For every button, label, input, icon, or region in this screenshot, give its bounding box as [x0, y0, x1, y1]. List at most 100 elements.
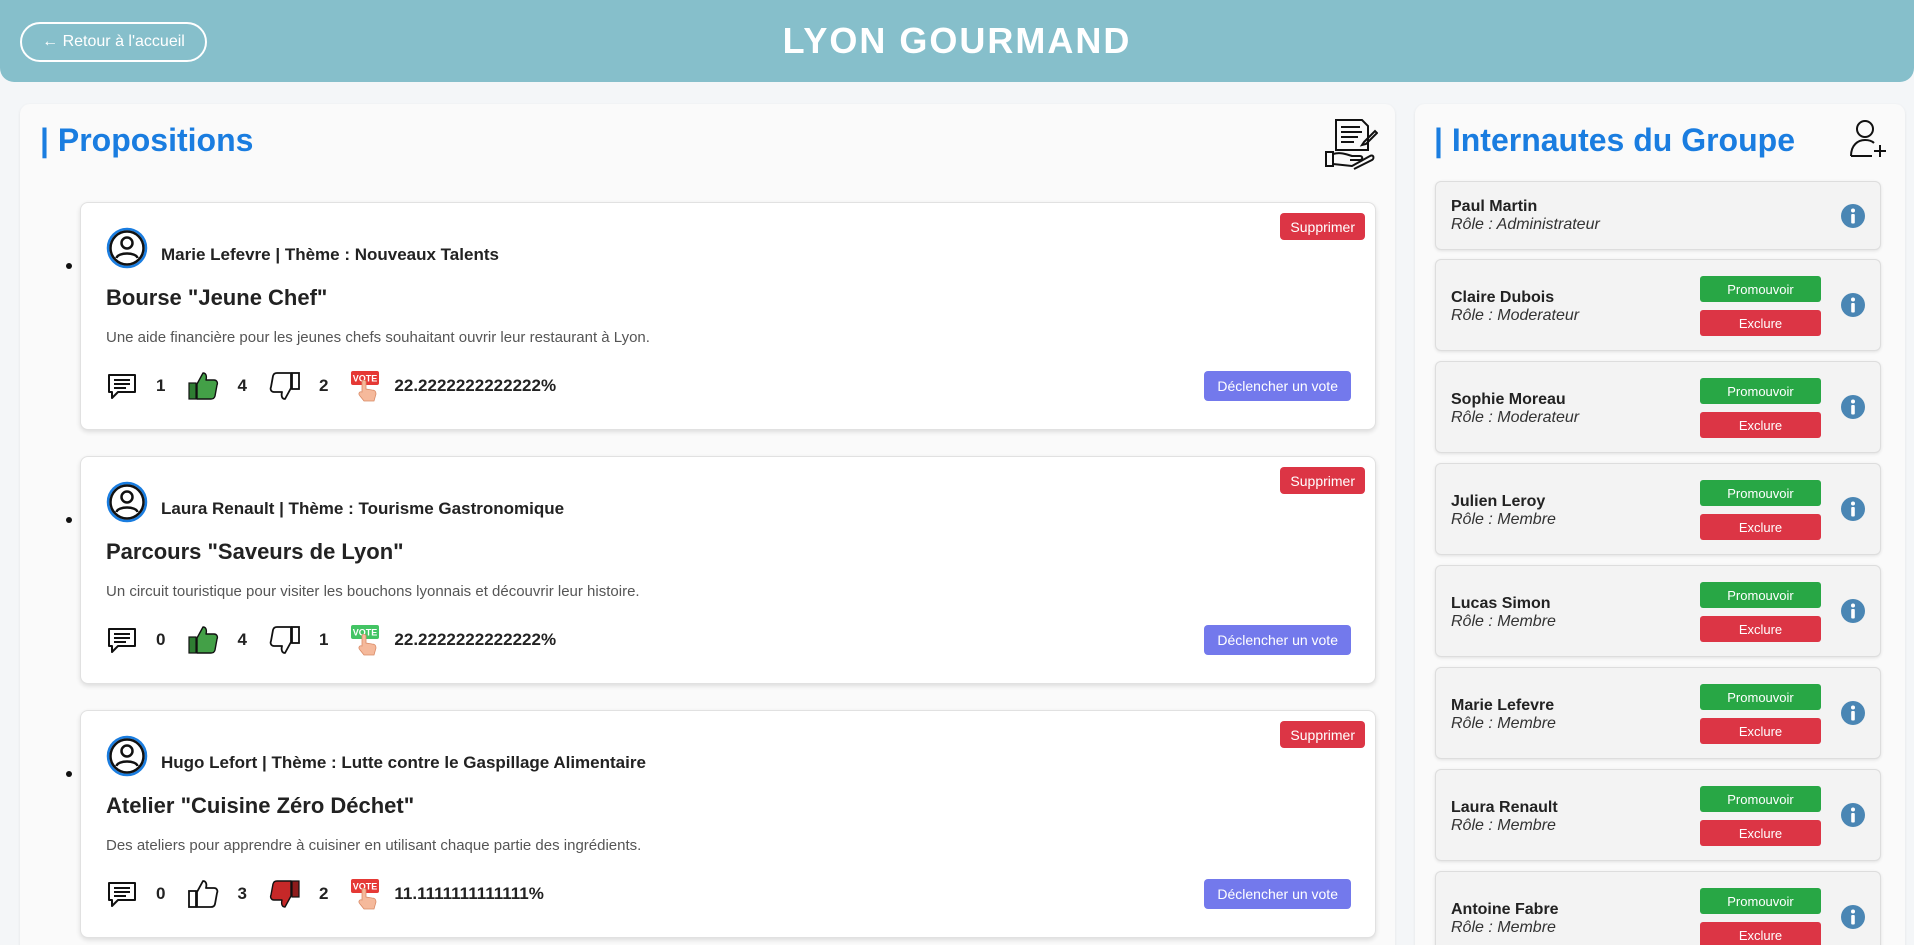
member-name: Paul Martin — [1451, 198, 1538, 215]
proposition-title: Atelier "Cuisine Zéro Déchet" — [106, 793, 415, 818]
vote-percentage: 22.2222222222222% — [394, 630, 557, 649]
vote-percentage: 22.2222222222222% — [394, 376, 557, 395]
dislike-count: 2 — [318, 884, 329, 903]
member-role: Rôle : Moderateur — [1451, 307, 1580, 324]
info-icon[interactable] — [1840, 598, 1866, 624]
vote-icon[interactable] — [350, 624, 382, 656]
member-card: Julien Leroy Rôle : Membre Promouvoir Ex… — [1435, 463, 1881, 555]
trigger-vote-button[interactable]: Déclencher un vote — [1204, 879, 1351, 909]
exclude-button[interactable]: Exclure — [1700, 922, 1821, 945]
author-theme: Marie Lefevre | Thème : Nouveaux Talents — [161, 245, 499, 264]
list-bullet — [66, 517, 72, 523]
top-header: ← Retour à l'accueil LYON GOURMAND — [0, 0, 1914, 82]
info-icon[interactable] — [1840, 394, 1866, 420]
thumbs-up-icon[interactable] — [187, 878, 219, 910]
vote-icon[interactable] — [350, 370, 382, 402]
member-role: Rôle : Membre — [1451, 511, 1556, 528]
proposition-card: Supprimer Hugo Lefort | Thème : Lutte co… — [80, 710, 1376, 938]
member-role: Rôle : Moderateur — [1451, 409, 1580, 426]
proposal-document-icon[interactable] — [1324, 116, 1378, 170]
member-card: Lucas Simon Rôle : Membre Promouvoir Exc… — [1435, 565, 1881, 657]
dislike-count: 1 — [318, 630, 329, 649]
exclude-button[interactable]: Exclure — [1700, 412, 1821, 438]
promote-button[interactable]: Promouvoir — [1700, 582, 1821, 608]
propositions-title: | Propositions — [40, 122, 254, 158]
member-card: Marie Lefevre Rôle : Membre Promouvoir E… — [1435, 667, 1881, 759]
exclude-button[interactable]: Exclure — [1700, 310, 1821, 336]
thumbs-up-icon[interactable] — [187, 624, 219, 656]
dislike-count: 2 — [318, 376, 329, 395]
info-icon[interactable] — [1840, 203, 1866, 229]
member-role: Rôle : Administrateur — [1451, 216, 1600, 233]
delete-button[interactable]: Supprimer — [1280, 721, 1365, 748]
proposition-card: Supprimer Laura Renault | Thème : Touris… — [80, 456, 1376, 684]
comment-count: 1 — [156, 376, 166, 395]
like-count: 3 — [237, 884, 247, 903]
exclude-button[interactable]: Exclure — [1700, 820, 1821, 846]
author-theme: Laura Renault | Thème : Tourisme Gastron… — [161, 499, 565, 518]
proposition-stats: 1 4 2 22.2222222222222% — [106, 368, 556, 404]
like-count: 4 — [237, 630, 247, 649]
member-role: Rôle : Membre — [1451, 613, 1556, 630]
member-card: Sophie Moreau Rôle : Moderateur Promouvo… — [1435, 361, 1881, 453]
member-card: Laura Renault Rôle : Membre Promouvoir E… — [1435, 769, 1881, 861]
proposition-stats: 0 3 2 11.1111111111111% — [106, 876, 544, 912]
promote-button[interactable]: Promouvoir — [1700, 786, 1821, 812]
member-card: Claire Dubois Rôle : Moderateur Promouvo… — [1435, 259, 1881, 351]
members-title: | Internautes du Groupe — [1434, 122, 1795, 158]
member-name: Sophie Moreau — [1451, 391, 1566, 408]
info-icon[interactable] — [1840, 700, 1866, 726]
promote-button[interactable]: Promouvoir — [1700, 480, 1821, 506]
thumbs-down-icon[interactable] — [269, 878, 301, 910]
proposition-card: Supprimer Marie Lefevre | Thème : Nouvea… — [80, 202, 1376, 430]
user-avatar-icon — [106, 481, 148, 523]
comment-icon[interactable] — [106, 624, 138, 656]
member-name: Julien Leroy — [1451, 493, 1546, 510]
comment-count: 0 — [156, 630, 166, 649]
trigger-vote-button[interactable]: Déclencher un vote — [1204, 625, 1351, 655]
member-role: Rôle : Membre — [1451, 919, 1556, 936]
info-icon[interactable] — [1840, 802, 1866, 828]
exclude-button[interactable]: Exclure — [1700, 514, 1821, 540]
proposition-description: Une aide financière pour les jeunes chef… — [106, 329, 650, 346]
info-icon[interactable] — [1840, 292, 1866, 318]
member-name: Marie Lefevre — [1451, 697, 1555, 714]
vote-percentage: 11.1111111111111% — [394, 884, 544, 903]
promote-button[interactable]: Promouvoir — [1700, 888, 1821, 914]
member-name: Antoine Fabre — [1451, 901, 1559, 918]
info-icon[interactable] — [1840, 496, 1866, 522]
author-theme: Hugo Lefort | Thème : Lutte contre le Ga… — [161, 753, 646, 772]
member-name: Laura Renault — [1451, 799, 1558, 816]
thumbs-up-icon[interactable] — [187, 370, 219, 402]
comment-icon[interactable] — [106, 370, 138, 402]
delete-button[interactable]: Supprimer — [1280, 467, 1365, 494]
promote-button[interactable]: Promouvoir — [1700, 684, 1821, 710]
promote-button[interactable]: Promouvoir — [1700, 276, 1821, 302]
member-role: Rôle : Membre — [1451, 715, 1556, 732]
add-user-icon[interactable] — [1848, 118, 1888, 158]
vote-icon[interactable] — [350, 878, 382, 910]
comment-icon[interactable] — [106, 878, 138, 910]
thumbs-down-icon[interactable] — [269, 370, 301, 402]
member-role: Rôle : Membre — [1451, 817, 1556, 834]
site-title: LYON GOURMAND — [782, 20, 1132, 61]
promote-button[interactable]: Promouvoir — [1700, 378, 1821, 404]
list-bullet — [66, 771, 72, 777]
proposition-title: Parcours "Saveurs de Lyon" — [106, 539, 404, 564]
exclude-button[interactable]: Exclure — [1700, 718, 1821, 744]
delete-button[interactable]: Supprimer — [1280, 213, 1365, 240]
list-bullet — [66, 263, 72, 269]
like-count: 4 — [237, 376, 247, 395]
user-avatar-icon — [106, 735, 148, 777]
member-name: Lucas Simon — [1451, 595, 1551, 612]
member-name: Claire Dubois — [1451, 289, 1555, 306]
proposition-title: Bourse "Jeune Chef" — [106, 285, 328, 310]
trigger-vote-button[interactable]: Déclencher un vote — [1204, 371, 1351, 401]
user-avatar-icon — [106, 227, 148, 269]
proposition-description: Des ateliers pour apprendre à cuisiner e… — [106, 837, 642, 854]
exclude-button[interactable]: Exclure — [1700, 616, 1821, 642]
proposition-stats: 0 4 1 22.2222222222222% — [106, 622, 556, 658]
comment-count: 0 — [156, 884, 166, 903]
info-icon[interactable] — [1840, 904, 1866, 930]
thumbs-down-icon[interactable] — [269, 624, 301, 656]
